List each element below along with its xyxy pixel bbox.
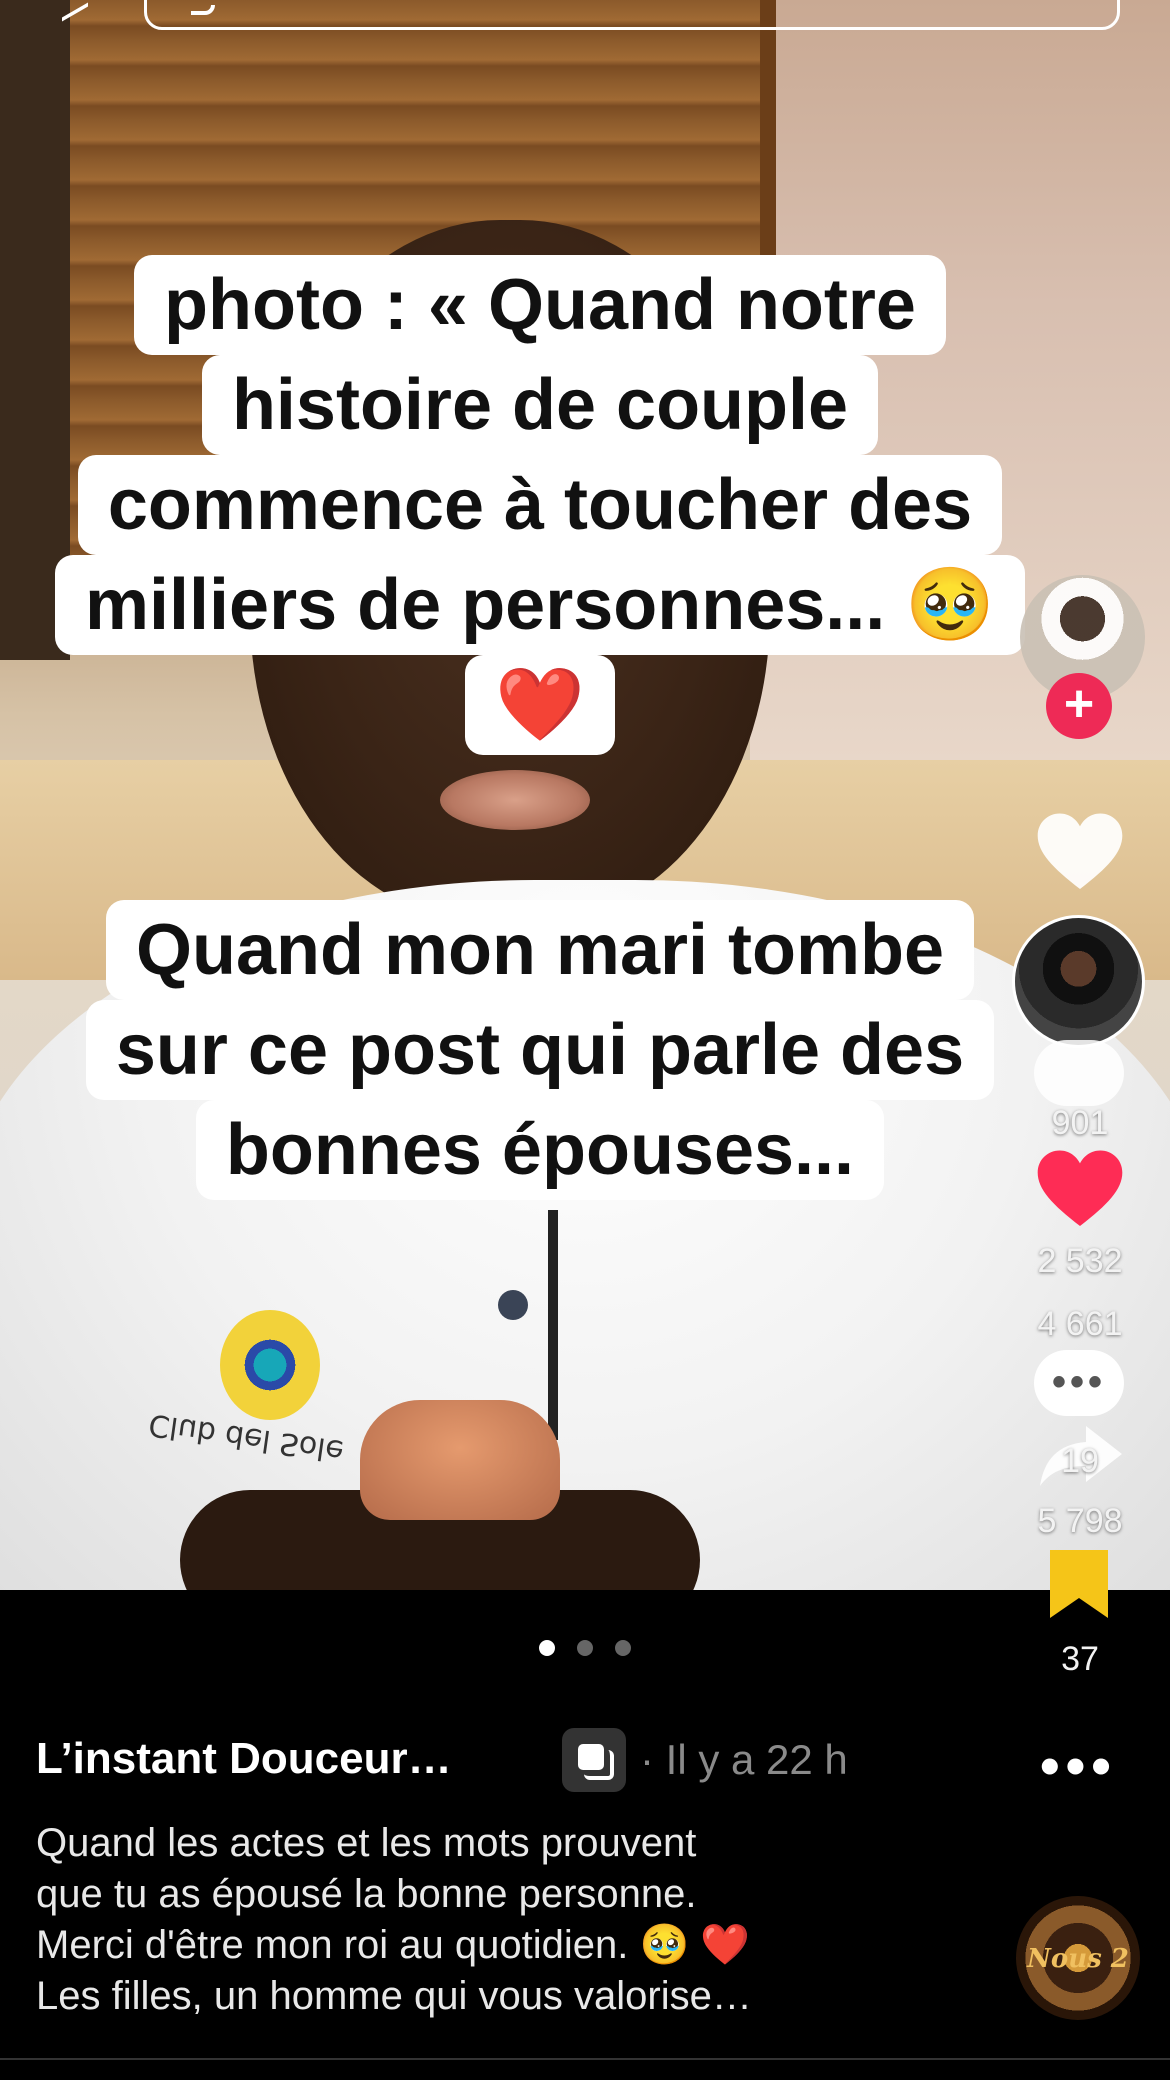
caption-bottom-line: bonnes épouses... [195,1100,885,1200]
caption-top-line: commence à toucher des [77,455,1003,555]
comment-icon[interactable] [1034,1040,1124,1106]
author-name[interactable]: L’instant Douceur… [36,1734,452,1784]
carousel-dot-active[interactable] [538,1640,555,1656]
shirt-button [498,1290,528,1320]
caption-bottom-line: sur ce post qui parle des [85,1000,995,1100]
music-disc[interactable]: Nous 2 [1016,1896,1140,2020]
caption-bottom: Quand mon mari tombe sur ce post qui par… [10,900,1070,1200]
post-media[interactable]: Club del Sole [0,0,1170,1590]
carousel-indicator[interactable] [0,1640,1170,1661]
caption-top-line: histoire de couple [201,355,879,455]
music-disc-text: Nous 2 [1027,1944,1129,1974]
shares-count: 5 798 [1037,1502,1123,1540]
carousel-dot[interactable] [577,1640,593,1656]
comments-count: 901 [1051,1104,1109,1142]
description-line: Les filles, un homme qui vous valorise… [36,1974,752,2018]
caption-top-line: photo : « Quand notre [134,255,946,355]
comment-bubble-icon[interactable]: ••• [1034,1350,1124,1416]
person-hand [360,1400,560,1520]
description-line: que tu as épousé la bonne personne. [36,1872,697,1916]
likes-count: 2 532 [1037,1242,1123,1280]
caption-top-line: milliers de personnes... 🥹 [55,555,1025,655]
comments2-count: 19 [1061,1442,1099,1480]
shirt-logo [220,1310,320,1420]
caption-top-line: ❤️ [465,655,615,755]
photo-mode-icon [562,1728,626,1792]
description-line: Quand les actes et les mots prouvent [36,1821,697,1865]
comment-dots-icon: ••• [1051,1360,1106,1404]
caption-bottom-line: Quand mon mari tombe [105,900,975,1000]
search-bar[interactable] [144,0,1120,30]
heart-icon[interactable] [1034,808,1126,900]
bookmark-icon[interactable] [1048,1548,1110,1620]
post-description[interactable]: Quand les actes et les mots prouvent que… [36,1818,896,2022]
post-time: · Il y a 22 h [640,1736,848,1783]
shirt-placket [548,1210,558,1440]
follow-plus-icon[interactable]: + [1046,673,1112,739]
search-icon [191,5,215,15]
person-lips [440,770,590,830]
divider [0,2058,1170,2060]
description-line: Merci d'être mon roi au quotidien. 🥹 ❤️ [36,1923,751,1967]
more-icon[interactable]: ••• [1040,1738,1117,1794]
caption-top: photo : « Quand notre histoire de couple… [10,255,1070,755]
profile-avatar[interactable] [1012,915,1145,1048]
saves-count: 4 661 [1037,1305,1123,1343]
like-heart-icon[interactable] [1034,1145,1126,1237]
carousel-dot[interactable] [615,1640,632,1656]
